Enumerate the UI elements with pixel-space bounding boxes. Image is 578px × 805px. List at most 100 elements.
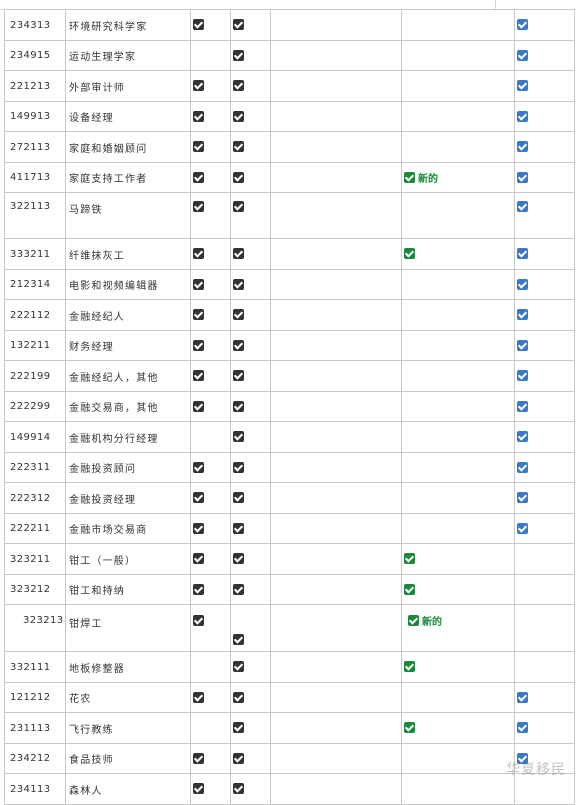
list-5-check-cell xyxy=(514,162,575,193)
occupation-name: 钳工（一般） xyxy=(69,555,137,567)
occupation-name: 花农 xyxy=(69,694,92,705)
occupation-name: 运动生理学家 xyxy=(69,52,137,63)
checked-checkbox-icon xyxy=(233,583,244,595)
list-1-check-cell xyxy=(190,421,231,453)
checked-checkbox-icon xyxy=(193,309,204,321)
occupation-name: 金融投资顾问 xyxy=(69,464,137,475)
occupation-name-cell: 环境研究科学家 xyxy=(65,9,191,41)
occupation-name: 外部审计师 xyxy=(69,82,125,94)
table-row: 323213 钳焊工 新的 xyxy=(4,604,575,652)
list-5-check-cell xyxy=(514,574,575,605)
occupation-code: 149913 xyxy=(10,111,51,122)
occupation-code-cell: 323211 xyxy=(4,543,66,575)
checked-checkbox-icon xyxy=(233,553,244,565)
list-3-check-cell xyxy=(270,40,402,71)
occupation-name-cell: 金融机构分行经理 xyxy=(65,421,191,453)
list-3-check-cell xyxy=(270,773,402,805)
list-4-check-cell xyxy=(401,238,515,270)
occupation-name-cell: 金融经纪人，其他 xyxy=(65,360,191,392)
occupation-code: 121212 xyxy=(10,692,51,703)
occupation-code: 212314 xyxy=(10,279,51,290)
occupation-name-cell: 马蹄铁 xyxy=(65,192,191,239)
list-4-check-cell xyxy=(401,299,515,331)
list-3-check-cell xyxy=(270,391,402,422)
list-3-check-cell xyxy=(270,131,402,163)
list-2-check-cell xyxy=(230,682,271,713)
occupation-code: 332111 xyxy=(10,661,51,673)
list-1-check-cell xyxy=(190,101,231,132)
occupation-name-cell: 食品技师 xyxy=(65,743,191,774)
checked-checkbox-icon xyxy=(233,19,244,31)
list-4-check-cell xyxy=(401,330,515,361)
blue-checkbox-icon xyxy=(517,492,528,504)
list-3-check-cell xyxy=(270,70,402,102)
table-row: 121212 花农 xyxy=(4,682,575,713)
occupation-name: 财务经理 xyxy=(69,342,114,353)
blue-checkbox-icon xyxy=(517,201,528,212)
occupation-code: 222312 xyxy=(10,492,51,504)
table-row: 222299 金融交易商，其他 xyxy=(4,391,575,422)
list-2-check-cell xyxy=(230,192,271,239)
occupation-name-cell: 家庭支持工作者 xyxy=(65,162,191,193)
checked-checkbox-icon xyxy=(193,492,204,504)
list-2-check-cell xyxy=(230,574,271,605)
checked-checkbox-icon xyxy=(193,171,204,183)
checked-checkbox-icon xyxy=(193,400,204,412)
occupation-name: 金融交易商，其他 xyxy=(69,403,159,414)
occupation-name-cell: 花农 xyxy=(65,682,191,713)
occupation-code: 234212 xyxy=(10,753,51,764)
list-3-check-cell xyxy=(270,513,402,544)
table-row: 231113 飞行教练 xyxy=(4,712,575,744)
occupation-code-cell: 234212 xyxy=(4,743,66,774)
occupation-name-cell: 设备经理 xyxy=(65,101,191,132)
checked-checkbox-icon xyxy=(233,522,244,534)
list-3-check-cell xyxy=(270,712,402,744)
list-3-check-cell xyxy=(270,9,402,41)
occupation-name: 钳工和持纳 xyxy=(69,586,125,597)
occupation-table: 234313 环境研究科学家 234915 运动生理学家 221213 外部审计师 1499… xyxy=(4,9,575,805)
occupation-name: 家庭支持工作者 xyxy=(69,174,148,185)
blue-checkbox-icon xyxy=(517,171,528,183)
list-2-check-cell xyxy=(230,421,271,453)
checked-checkbox-icon xyxy=(193,370,204,382)
list-4-check-cell xyxy=(401,40,515,71)
table-row: 222312 金融投资经理 xyxy=(4,482,575,514)
blue-checkbox-icon xyxy=(517,80,528,92)
list-4-check-cell xyxy=(401,682,515,713)
occupation-name: 金融投资经理 xyxy=(69,494,137,506)
list-4-check-cell xyxy=(401,712,515,744)
checked-checkbox-icon xyxy=(193,110,204,122)
table-row: 323212 钳工和持纳 xyxy=(4,574,575,605)
occupation-code: 322113 xyxy=(10,201,51,212)
list-5-check-cell xyxy=(514,40,575,71)
table-row: 132211 财务经理 xyxy=(4,330,575,361)
occupation-name: 金融市场交易商 xyxy=(69,525,148,536)
occupation-code: 222211 xyxy=(10,523,51,534)
list-5-check-cell xyxy=(514,391,575,422)
occupation-name-cell: 飞行教练 xyxy=(65,712,191,744)
list-2-check-cell xyxy=(230,70,271,102)
green-checkbox-icon xyxy=(404,248,415,260)
checked-checkbox-icon xyxy=(233,400,244,412)
table-row: 332111 地板修整器 xyxy=(4,651,575,683)
list-4-check-cell: 新的 xyxy=(401,604,515,652)
blue-checkbox-icon xyxy=(517,370,528,382)
list-4-check-cell xyxy=(401,773,515,805)
checked-checkbox-icon xyxy=(233,722,244,734)
occupation-code: 222112 xyxy=(10,309,51,321)
occupation-code: 323211 xyxy=(10,553,51,565)
occupation-name: 飞行教练 xyxy=(69,724,114,736)
occupation-name-cell: 金融经纪人 xyxy=(65,299,191,331)
list-1-check-cell xyxy=(190,360,231,392)
table-row: 272113 家庭和婚姻顾问 xyxy=(4,131,575,163)
occupation-code-cell: 332111 xyxy=(4,651,66,683)
checked-checkbox-icon xyxy=(233,80,244,92)
occupation-code: 222311 xyxy=(10,462,51,473)
checked-checkbox-icon xyxy=(233,431,244,443)
occupation-code: 323213 xyxy=(23,615,64,626)
occupation-name-cell: 电影和视频编辑器 xyxy=(65,269,191,300)
list-5-check-cell xyxy=(514,131,575,163)
watermark-logo: 华夏移民 xyxy=(506,762,566,778)
checked-checkbox-icon xyxy=(193,80,204,92)
checked-checkbox-icon xyxy=(193,461,204,473)
